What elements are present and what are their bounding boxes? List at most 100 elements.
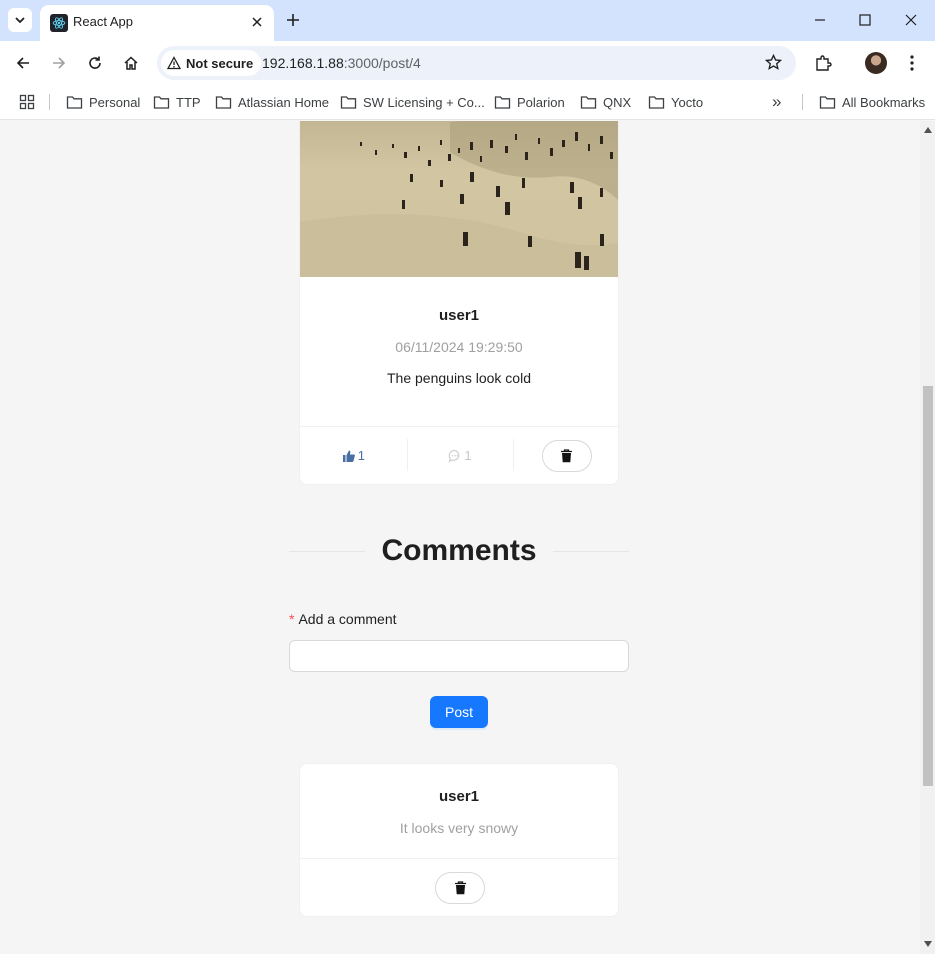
arrow-right-icon <box>53 57 66 69</box>
triangle-down-icon <box>923 940 932 947</box>
page-viewport: user1 06/11/2024 19:29:50 The penguins l… <box>0 121 935 954</box>
puzzle-icon <box>816 55 832 71</box>
comment-count: 1 <box>464 448 472 463</box>
maximize-icon <box>859 14 871 26</box>
all-bookmarks-button[interactable]: All Bookmarks <box>819 92 925 112</box>
url-text[interactable]: 192.168.1.88:3000/post/4 <box>262 55 421 71</box>
add-comment-label-text: Add a comment <box>298 611 397 627</box>
comment-action[interactable]: 1 <box>406 427 514 484</box>
folder-icon <box>494 95 511 109</box>
post-image <box>300 121 618 277</box>
required-asterisk: * <box>289 611 295 627</box>
double-chevron-right-icon: » <box>772 92 782 111</box>
plus-icon <box>287 14 299 26</box>
security-chip[interactable]: Not secure <box>161 50 262 76</box>
delete-action <box>513 427 618 484</box>
folder-icon <box>580 95 597 109</box>
tab-search-button[interactable] <box>8 8 32 32</box>
bookmark-label: All Bookmarks <box>842 94 926 110</box>
bookmarks-separator <box>49 94 50 110</box>
bookmark-folder-atlassian-home[interactable]: Atlassian Home <box>215 92 329 112</box>
browser-tab[interactable]: React App <box>40 5 274 41</box>
bookmark-folder-ttp[interactable]: TTP <box>153 92 201 112</box>
post-body: user1 06/11/2024 19:29:50 The penguins l… <box>300 277 618 386</box>
close-window-button[interactable] <box>888 4 934 36</box>
bookmark-label: Polarion <box>517 94 565 110</box>
close-icon <box>252 17 262 27</box>
close-icon <box>905 14 917 26</box>
comment-actions <box>300 858 618 916</box>
bookmarks-overflow-button[interactable]: » <box>772 92 781 112</box>
new-tab-button[interactable] <box>281 8 305 32</box>
tab-close-button[interactable] <box>248 13 266 31</box>
bookmark-folder-personal[interactable]: Personal <box>66 92 140 112</box>
bookmark-star-button[interactable] <box>764 53 783 76</box>
comment-card: user1 It looks very snowy <box>299 763 619 917</box>
comments-divider: Comments <box>289 526 629 576</box>
apps-grid-icon <box>19 94 35 110</box>
address-bar[interactable]: Not secure 192.168.1.88:3000/post/4 <box>157 46 796 80</box>
bookmark-label: QNX <box>603 94 632 110</box>
bookmark-folder-polarion[interactable]: Polarion <box>494 92 565 112</box>
bookmark-label: Atlassian Home <box>238 94 330 110</box>
apps-button[interactable] <box>19 92 35 112</box>
post-actions: 1 1 <box>300 426 618 484</box>
trash-icon <box>454 880 466 894</box>
bookmarks-bar: Personal TTP Atlassian Home SW Licensing… <box>0 85 935 120</box>
home-button[interactable] <box>117 49 145 77</box>
bookmark-label: Yocto <box>671 94 704 110</box>
star-icon <box>764 53 783 70</box>
maximize-button[interactable] <box>842 4 888 36</box>
kebab-menu-icon <box>910 55 914 71</box>
post-username: user1 <box>438 307 480 324</box>
folder-icon <box>66 95 83 109</box>
warning-icon <box>167 56 181 70</box>
minimize-button[interactable] <box>797 4 843 36</box>
browser-menu-button[interactable] <box>898 49 926 77</box>
browser-toolbar: Not secure 192.168.1.88:3000/post/4 <box>0 41 935 85</box>
comment-bubble-icon <box>449 449 460 463</box>
url-path: :3000/post/4 <box>343 55 421 71</box>
delete-post-button[interactable] <box>541 439 592 472</box>
trash-icon <box>561 448 573 462</box>
bookmark-folder-qnx[interactable]: QNX <box>580 92 631 112</box>
comment-input[interactable] <box>289 640 629 672</box>
comment-body: user1 It looks very snowy <box>300 764 618 836</box>
post-comment-button[interactable]: Post <box>430 696 488 728</box>
like-count: 1 <box>357 448 365 463</box>
back-button[interactable] <box>9 49 37 77</box>
post-text: The penguins look cold <box>387 370 531 386</box>
comment-count-button[interactable]: 1 <box>448 448 472 463</box>
bookmark-label: SW Licensing + Co... <box>363 94 485 110</box>
post-timestamp: 06/11/2024 19:29:50 <box>395 339 523 355</box>
chevron-down-icon <box>15 17 25 24</box>
post-card: user1 06/11/2024 19:29:50 The penguins l… <box>299 121 619 485</box>
reload-button[interactable] <box>81 49 109 77</box>
page-scrollbar[interactable] <box>920 121 935 954</box>
comment-text: It looks very snowy <box>399 820 519 836</box>
divider-line-left <box>289 550 366 552</box>
like-action[interactable]: 1 <box>300 427 407 484</box>
scroll-thumb[interactable] <box>923 386 933 786</box>
add-comment-label: * Add a comment <box>289 611 397 627</box>
bookmarks-separator <box>802 94 803 110</box>
like-button[interactable]: 1 <box>342 448 365 463</box>
react-logo-icon <box>50 14 68 32</box>
delete-comment-button[interactable] <box>435 871 485 904</box>
security-label: Not secure <box>186 55 254 71</box>
scroll-down-arrow[interactable] <box>923 939 932 948</box>
bookmark-folder-sw-licensing[interactable]: SW Licensing + Co... <box>340 92 485 112</box>
forward-button[interactable] <box>45 49 73 77</box>
folder-icon <box>648 95 665 109</box>
tab-title: React App <box>73 14 133 29</box>
profile-avatar[interactable] <box>865 52 887 74</box>
bookmark-folder-yocto[interactable]: Yocto <box>648 92 703 112</box>
thumbs-up-icon <box>342 450 355 462</box>
comment-username: user1 <box>438 788 480 805</box>
browser-tab-bar: React App <box>0 0 935 41</box>
extensions-button[interactable] <box>809 49 837 77</box>
scroll-up-arrow[interactable] <box>923 125 932 134</box>
folder-icon <box>340 95 357 109</box>
folder-icon <box>819 95 836 109</box>
arrow-left-icon <box>16 57 29 69</box>
